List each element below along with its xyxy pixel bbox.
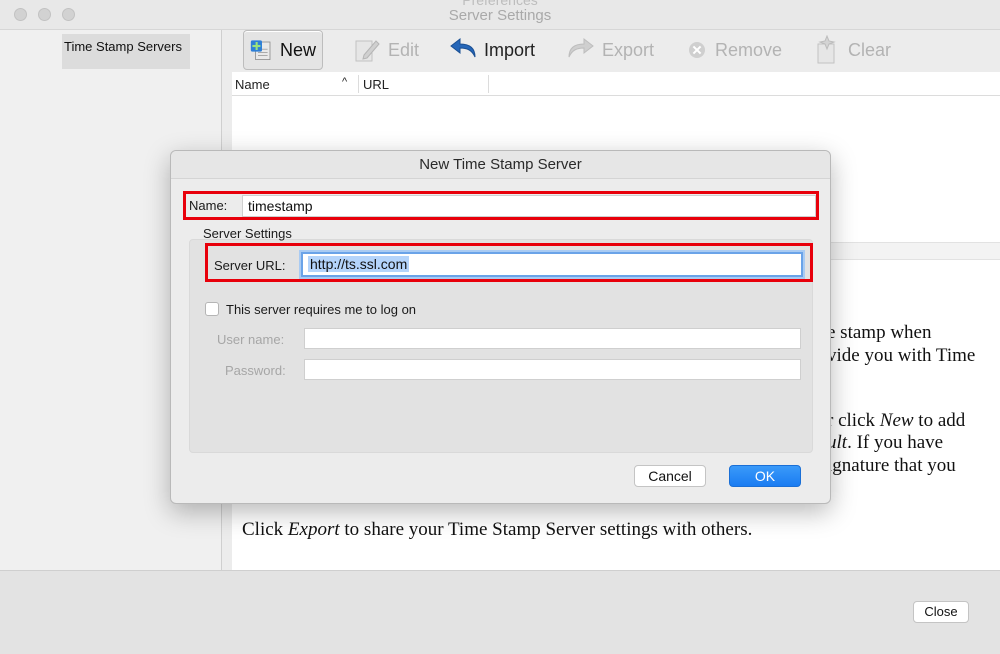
sidebar-item-time-stamp-servers[interactable]: Time Stamp Servers (62, 34, 190, 69)
server-url-field[interactable]: http://ts.ssl.com (301, 252, 803, 277)
column-divider (488, 75, 489, 93)
help-text-export: Click Export to share your Time Stamp Se… (242, 519, 753, 540)
help-text-line: ult. If you have (827, 432, 944, 453)
export-button[interactable]: Export (560, 30, 660, 70)
server-url-label: Server URL: (214, 258, 286, 273)
column-header-name[interactable]: Name (235, 77, 270, 92)
clear-button[interactable]: Clear (806, 30, 897, 70)
window-title: Server Settings (448, 7, 552, 24)
export-button-label: Export (602, 39, 655, 60)
column-header-url[interactable]: URL (363, 77, 389, 92)
logon-checkbox-label[interactable]: This server requires me to log on (226, 302, 416, 317)
username-field[interactable] (304, 328, 801, 349)
new-button-label: New (279, 39, 316, 60)
help-text-line: e stamp when (827, 322, 932, 343)
table-header: Name ^ URL (232, 72, 1000, 96)
logon-checkbox[interactable] (205, 302, 219, 316)
window-titlebar: Preferences Server Settings (0, 0, 1000, 30)
help-text-line: vide you with Time (827, 345, 976, 366)
ok-button[interactable]: OK (729, 465, 801, 487)
name-label: Name: (189, 198, 228, 213)
new-document-icon (250, 40, 271, 60)
sort-ascending-icon: ^ (342, 76, 348, 88)
name-field[interactable] (242, 195, 816, 217)
edit-button-label: Edit (388, 39, 420, 60)
dialog-title: New Time Stamp Server (171, 151, 830, 179)
close-button[interactable]: Close (913, 601, 969, 623)
new-button[interactable]: New (243, 30, 323, 70)
export-arrow-icon (568, 37, 594, 58)
cancel-button[interactable]: Cancel (634, 465, 706, 487)
new-time-stamp-server-dialog: New Time Stamp Server Name: Server Setti… (170, 150, 831, 504)
remove-button[interactable]: Remove (679, 30, 788, 70)
edit-icon (355, 40, 380, 62)
password-field[interactable] (304, 359, 801, 380)
clear-button-label: Clear (848, 39, 892, 60)
remove-button-label: Remove (715, 39, 783, 60)
import-arrow-icon (450, 37, 476, 58)
import-button-label: Import (484, 39, 536, 60)
column-divider (358, 75, 359, 93)
help-text-line: ignature that you (827, 455, 956, 476)
clear-sparkle-icon (817, 35, 836, 64)
server-url-value: http://ts.ssl.com (308, 256, 410, 272)
toolbar: New Edit Import Export Remove Clear (232, 30, 1000, 72)
server-settings-group-label: Server Settings (203, 226, 292, 241)
remove-x-icon (689, 42, 705, 58)
bottom-bar: Close (0, 570, 1000, 654)
help-text-line: r click New to add (827, 410, 966, 431)
import-button[interactable]: Import (442, 30, 541, 70)
username-label: User name: (217, 332, 285, 347)
edit-button[interactable]: Edit (346, 30, 425, 70)
password-label: Password: (225, 363, 286, 378)
